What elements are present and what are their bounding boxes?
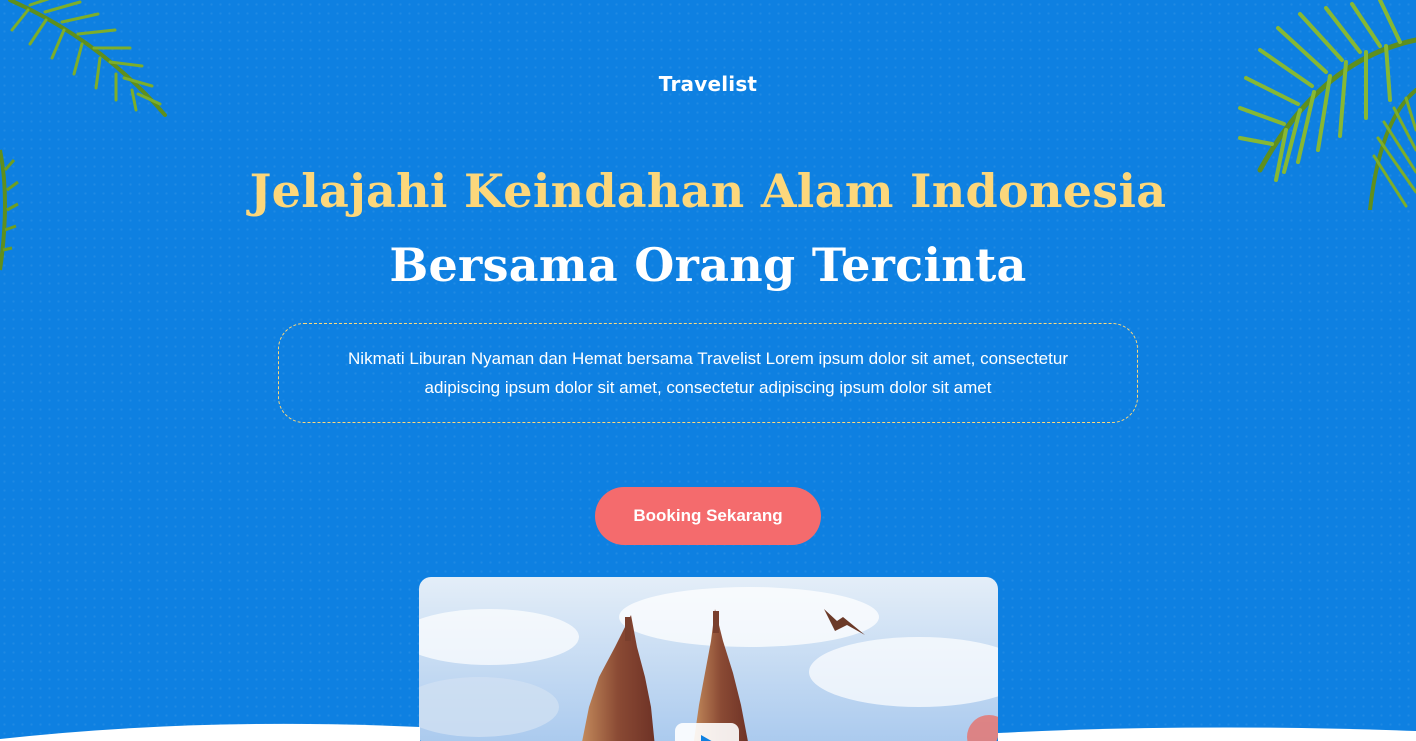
hero-headline-line1: Jelajahi Keindahan Alam Indonesia bbox=[249, 164, 1167, 218]
booking-button[interactable]: Booking Sekarang bbox=[595, 487, 821, 545]
hero-headline-line2: Bersama Orang Tercinta bbox=[389, 238, 1027, 292]
hero-description-box: Nikmati Liburan Nyaman dan Hemat bersama… bbox=[278, 323, 1138, 423]
bottom-wave-divider bbox=[0, 723, 1416, 741]
brand-logo[interactable]: Travelist bbox=[0, 72, 1416, 96]
hero-description: Nikmati Liburan Nyaman dan Hemat bersama… bbox=[348, 349, 1068, 397]
